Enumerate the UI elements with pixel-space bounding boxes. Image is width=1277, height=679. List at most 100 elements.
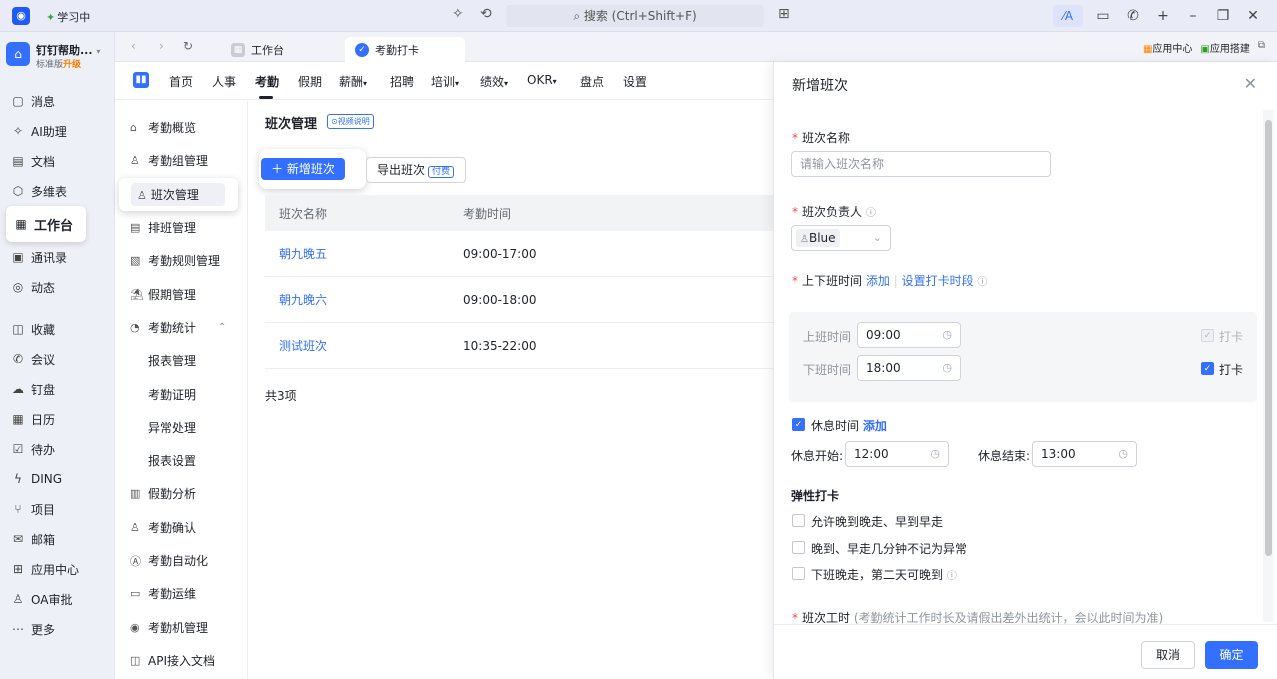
add-shift-button[interactable]: ＋ 新增班次 <box>261 158 345 180</box>
export-shift-button[interactable]: 导出班次 付费 <box>366 157 466 183</box>
back-icon[interactable]: ‹ <box>131 39 136 53</box>
app-center-link[interactable]: ▦应用中心 <box>1129 40 1192 55</box>
topnav-okr[interactable]: OKR▾ <box>527 73 557 87</box>
submenu-stats[interactable]: ◔ 考勤统计 ⌃ <box>115 311 247 344</box>
topnav-inventory[interactable]: 盘点 <box>580 73 604 90</box>
ai-assistant-icon[interactable]: ⁄A <box>1053 5 1083 27</box>
nav-item-docs[interactable]: ▤ 文档 <box>0 146 115 176</box>
flex-option-2-checkbox[interactable] <box>792 541 805 554</box>
tab-workbench[interactable]: ▦ 工作台 <box>221 37 294 62</box>
submenu-shifts[interactable]: ♙ 班次管理 <box>119 177 238 211</box>
plus-icon[interactable]: + <box>1153 8 1173 24</box>
topnav-leave[interactable]: 假期 <box>298 73 322 90</box>
shift-name-input[interactable]: 请输入班次名称 <box>791 151 1051 177</box>
submenu-ops[interactable]: ▭ 考勤运维 <box>115 577 247 610</box>
nav-item-app-center[interactable]: ⊞ 应用中心 <box>0 554 115 584</box>
submenu-automation[interactable]: Ⓐ 考勤自动化 <box>115 544 247 577</box>
nav-item-project[interactable]: ⑂ 项目 <box>0 494 115 524</box>
global-search[interactable]: ⌕ 搜索 (Ctrl+Shift+F) <box>506 5 764 27</box>
shift-name-link[interactable]: 朝九晚六 <box>265 291 463 308</box>
close-icon[interactable]: ✕ <box>1243 8 1263 24</box>
submenu-api-docs[interactable]: ◫ API接入文档 <box>115 644 247 677</box>
nav-item-more[interactable]: ⋯ 更多 <box>0 614 115 644</box>
topnav-hr[interactable]: 人事 <box>212 73 236 90</box>
cancel-button[interactable]: 取消 <box>1141 641 1195 669</box>
submenu-reports[interactable]: 报表管理 <box>115 344 247 377</box>
learning-status[interactable]: ✦ 学习中 <box>46 9 90 25</box>
nav-item-ding[interactable]: ϟ DING <box>0 464 115 494</box>
submenu-groups[interactable]: ♙ 考勤组管理 <box>115 144 247 177</box>
submenu-rules[interactable]: ▧ 考勤规则管理 <box>115 244 247 277</box>
info-icon[interactable]: ⓘ <box>977 277 987 288</box>
nav-item-workbench[interactable]: ▦ 工作台 <box>6 206 86 242</box>
submenu-scheduling[interactable]: ▤ 排班管理 <box>115 211 247 244</box>
org-switcher[interactable]: ⌂ 钉钉帮助... ▾ 标准版升级 <box>6 40 110 74</box>
ding-icon: ϟ <box>14 472 22 486</box>
scrollbar-thumb[interactable] <box>1265 120 1272 556</box>
topnav-attendance[interactable]: 考勤 <box>255 73 279 90</box>
nav-item-contacts[interactable]: ▣ 通讯录 <box>0 242 115 272</box>
on-duty-time-input[interactable]: 09:00 ◷ <box>857 322 961 348</box>
nav-item-mail[interactable]: ✉ 邮箱 <box>0 524 115 554</box>
nav-item-todo[interactable]: ☑ 待办 <box>0 434 115 464</box>
add-rest-link[interactable]: 添加 <box>863 419 887 433</box>
submenu-report-settings[interactable]: 报表设置 <box>115 444 247 477</box>
submenu-analysis[interactable]: ▥ 假勤分析 <box>115 477 247 510</box>
rest-start-input[interactable]: 12:00 ◷ <box>845 441 949 467</box>
submenu-leave[interactable]: ⛱ 假期管理 <box>115 277 247 310</box>
ai-icon[interactable]: ✧ <box>452 6 464 22</box>
tab-attendance[interactable]: ✓ 考勤打卡 <box>345 37 465 62</box>
history-icon[interactable]: ⟲ <box>480 6 492 22</box>
attendance-submenu: ⌂ 考勤概览 ♙ 考勤组管理 ♙ 班次管理 ▤ 排班管理 ▧ 考勤规则管理 ⛱ 假期管理 ◔… <box>115 101 248 679</box>
minimize-icon[interactable]: – <box>1183 8 1203 24</box>
topnav-performance[interactable]: 绩效▾ <box>480 73 508 90</box>
screen-icon[interactable]: ▭ <box>1093 8 1113 24</box>
submenu-overview[interactable]: ⌂ 考勤概览 <box>115 111 247 144</box>
off-duty-punch-checkbox[interactable]: ✓ <box>1201 362 1214 375</box>
drawer-scrollbar[interactable] <box>1263 110 1273 622</box>
nav-item-favorites[interactable]: ◫ 收藏 <box>0 314 115 344</box>
topnav-recruit[interactable]: 招聘 <box>390 73 414 90</box>
restore-icon[interactable]: ❐ <box>1213 8 1233 24</box>
on-duty-punch-checkbox[interactable]: ✓ <box>1201 329 1214 342</box>
info-icon[interactable]: ⓘ <box>947 571 957 582</box>
add-work-time-link[interactable]: 添加 <box>866 274 890 288</box>
nav-item-ai[interactable]: ✧ AI助理 <box>0 116 115 146</box>
set-punch-period-link[interactable]: 设置打卡时段 <box>902 274 974 288</box>
flex-option-3-checkbox[interactable] <box>792 567 805 580</box>
refresh-icon[interactable]: ↻ <box>183 39 193 53</box>
rest-time-checkbox[interactable]: ✓ <box>792 418 805 431</box>
topnav-training[interactable]: 培训▾ <box>431 73 459 90</box>
app-build-link[interactable]: ▣应用搭建 <box>1200 40 1249 55</box>
upgrade-link[interactable]: 升级 <box>63 60 81 70</box>
info-icon[interactable]: ⓘ <box>866 208 876 219</box>
confirm-button[interactable]: 确定 <box>1205 641 1258 669</box>
nav-item-oa[interactable]: ♙ OA审批 <box>0 584 115 614</box>
shift-name-link[interactable]: 测试班次 <box>265 337 463 354</box>
nav-item-calendar[interactable]: ▦ 日历 <box>0 404 115 434</box>
video-guide-badge[interactable]: ⊙视频说明 <box>327 114 374 129</box>
rest-end-input[interactable]: 13:00 ◷ <box>1032 441 1137 467</box>
forward-icon[interactable]: › <box>159 39 164 53</box>
nav-item-drive[interactable]: ☁ 钉盘 <box>0 374 115 404</box>
owner-select[interactable]: ♙Blue ⌄ <box>791 225 891 251</box>
topnav-home[interactable]: 首页 <box>169 73 193 90</box>
dingtalk-logo-icon[interactable]: ◉ <box>12 7 30 25</box>
apps-grid-icon[interactable]: ⊞ <box>778 6 790 22</box>
popout-icon[interactable]: ⧉ <box>1258 40 1265 55</box>
call-icon[interactable]: ✆ <box>1123 8 1143 24</box>
nav-item-meeting[interactable]: ✆ 会议 <box>0 344 115 374</box>
submenu-certificate[interactable]: 考勤证明 <box>115 377 247 410</box>
shift-name-link[interactable]: 朝九晚五 <box>265 245 463 262</box>
nav-item-moments[interactable]: ◎ 动态 <box>0 272 115 302</box>
nav-item-messages[interactable]: ▢ 消息 <box>0 86 115 116</box>
submenu-exceptions[interactable]: 异常处理 <box>115 411 247 444</box>
topnav-salary[interactable]: 薪酬▾ <box>339 73 367 90</box>
close-icon[interactable]: ✕ <box>1244 74 1257 93</box>
flex-option-1-checkbox[interactable] <box>792 514 805 527</box>
off-duty-time-input[interactable]: 18:00 ◷ <box>857 355 961 381</box>
submenu-confirm[interactable]: ♙ 考勤确认 <box>115 511 247 544</box>
topnav-settings[interactable]: 设置 <box>623 73 647 90</box>
submenu-devices[interactable]: ◉ 考勤机管理 <box>115 610 247 643</box>
nav-item-tables[interactable]: ⬡ 多维表 <box>0 176 115 206</box>
